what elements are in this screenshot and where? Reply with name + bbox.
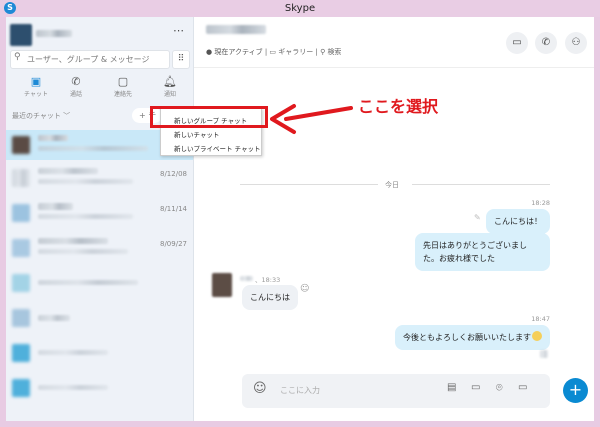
gallery-link[interactable]: ▭ ギャラリー bbox=[269, 48, 313, 56]
contact-avatar bbox=[212, 273, 232, 297]
chat-list-item[interactable] bbox=[6, 303, 193, 333]
skype-logo-icon: S bbox=[4, 2, 16, 14]
date-divider: 今日 bbox=[385, 181, 399, 189]
profile-avatar[interactable] bbox=[10, 24, 32, 46]
contact-card-icon[interactable]: ▭ bbox=[471, 382, 480, 393]
reaction-icon[interactable]: ☺ bbox=[300, 284, 309, 294]
read-receipt-avatar bbox=[540, 350, 548, 358]
tab-contacts[interactable]: ▢ 連絡先 bbox=[103, 75, 143, 98]
message-bubble: 先日はありがとうございました。お疲れ様でした bbox=[415, 233, 550, 271]
date-divider-line bbox=[412, 184, 550, 185]
message-bubble: 今後ともよろしくお願いいたします bbox=[395, 325, 550, 350]
add-button[interactable]: + bbox=[563, 378, 588, 403]
annotation-text: ここを選択 bbox=[358, 97, 439, 116]
tab-notifications[interactable]: 🔔︎ 通知 bbox=[150, 75, 190, 98]
emoji-icon[interactable]: ☺ bbox=[253, 381, 267, 396]
chat-list-item[interactable] bbox=[6, 373, 193, 403]
menu-item-new-chat[interactable]: 新しいチャット bbox=[174, 129, 219, 139]
tab-chat[interactable]: ▣ チャット bbox=[16, 75, 56, 98]
recent-chats-dropdown[interactable]: 最近のチャット ﹀ bbox=[12, 111, 70, 121]
phone-icon: ✆ bbox=[71, 75, 81, 88]
message-time: 18:47 bbox=[531, 315, 550, 323]
tab-calls[interactable]: ✆ 通話 bbox=[56, 75, 96, 98]
title-bar: Skype bbox=[0, 0, 600, 17]
chat-list-item[interactable]: 8/11/14 bbox=[6, 198, 193, 228]
contact-name bbox=[206, 25, 266, 34]
audio-call-button[interactable]: ✆ bbox=[535, 32, 557, 54]
chat-list-item[interactable] bbox=[6, 268, 193, 298]
more-icon[interactable]: ⋯ bbox=[173, 24, 184, 37]
contacts-icon: ▢ bbox=[117, 75, 129, 88]
message-time: 18:28 bbox=[531, 199, 550, 207]
message-input[interactable]: ここに入力 bbox=[280, 385, 440, 396]
search-link[interactable]: ⚲ 検索 bbox=[320, 48, 341, 56]
search-icon: ⚲ bbox=[14, 52, 21, 62]
chat-list-item[interactable]: 8/09/27 bbox=[6, 233, 193, 263]
search-placeholder: ユーザー、グループ & メッセージ bbox=[27, 55, 150, 64]
chat-list-item[interactable]: 8/12/08 bbox=[6, 163, 193, 193]
window-title: Skype bbox=[284, 3, 316, 14]
video-message-icon[interactable]: ▭ bbox=[518, 382, 527, 393]
message-bubble: こんにちは bbox=[242, 285, 298, 310]
media-gallery-icon[interactable]: ▤ bbox=[447, 382, 456, 393]
annotation-arrow bbox=[270, 104, 353, 134]
chat-icon: ▣ bbox=[30, 75, 42, 88]
date-divider-line bbox=[240, 184, 378, 185]
smile-emoji-icon bbox=[532, 331, 542, 341]
edit-icon[interactable]: ✎ bbox=[474, 213, 481, 222]
highlight-box bbox=[150, 106, 268, 128]
sender-name bbox=[240, 276, 253, 281]
location-icon[interactable]: ⌾ bbox=[496, 381, 503, 395]
presence-status: ● 現在アクティブ | ▭ ギャラリー | ⚲ 検索 bbox=[206, 48, 342, 56]
dialpad-button[interactable]: ⠿ bbox=[172, 50, 190, 69]
chat-list-item[interactable] bbox=[6, 338, 193, 368]
search-input[interactable]: ユーザー、グループ & メッセージ bbox=[10, 50, 170, 69]
add-people-button[interactable]: ⚇ bbox=[565, 32, 587, 54]
message-time: 、18:33 bbox=[255, 276, 281, 284]
menu-item-new-private-chat[interactable]: 新しいプライベート チャット bbox=[174, 143, 261, 153]
message-bubble: こんにちは！ bbox=[486, 209, 550, 234]
bell-icon: 🔔︎ bbox=[163, 75, 177, 88]
video-call-button[interactable]: ▭ bbox=[506, 32, 528, 54]
header-divider bbox=[194, 67, 594, 68]
profile-name bbox=[36, 30, 72, 37]
